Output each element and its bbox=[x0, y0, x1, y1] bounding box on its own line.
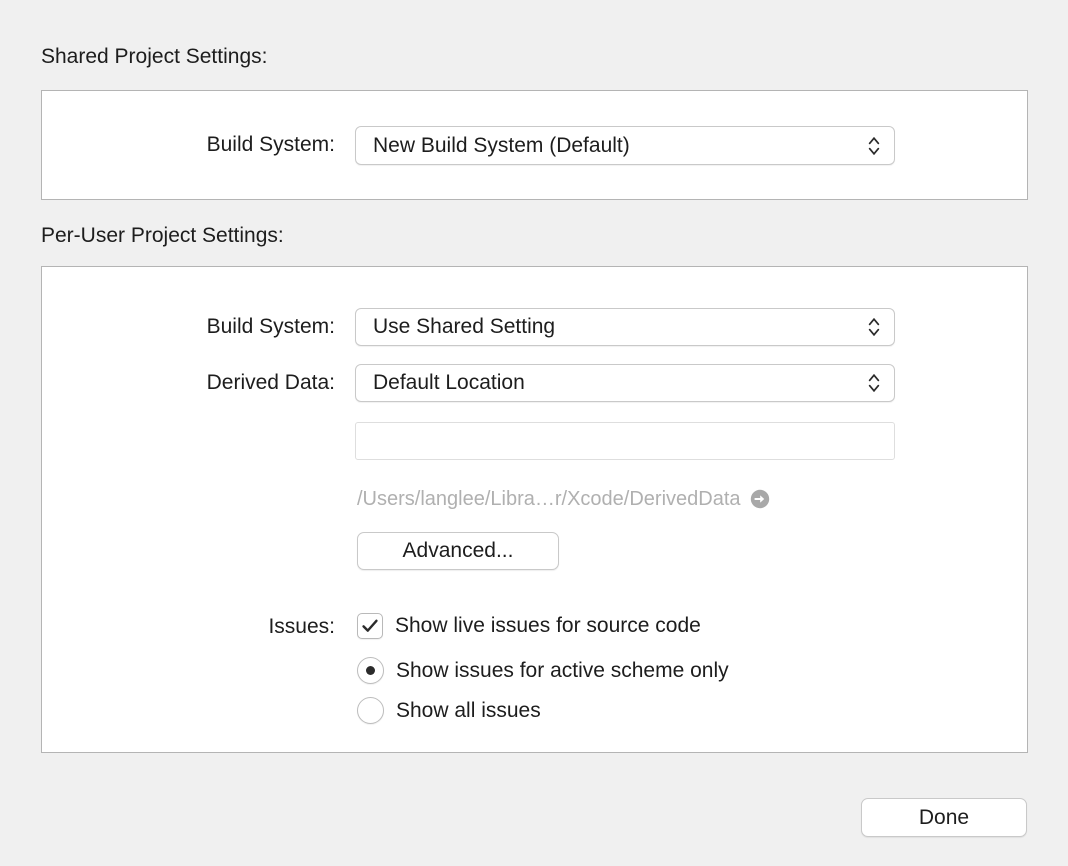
chevron-up-down-icon bbox=[868, 136, 880, 155]
issues-radio-active-scheme[interactable] bbox=[357, 657, 384, 684]
derived-data-select[interactable]: Default Location bbox=[355, 364, 895, 402]
shared-settings-heading: Shared Project Settings: bbox=[41, 45, 268, 68]
live-issues-label: Show live issues for source code bbox=[395, 614, 701, 637]
derived-data-path-input[interactable] bbox=[355, 422, 895, 460]
issues-radio-all-row[interactable]: Show all issues bbox=[357, 697, 541, 724]
live-issues-checkbox[interactable] bbox=[357, 613, 383, 639]
live-issues-checkbox-row[interactable]: Show live issues for source code bbox=[357, 613, 701, 639]
shared-build-system-value: New Build System (Default) bbox=[373, 133, 630, 157]
chevron-up-down-icon bbox=[868, 374, 880, 392]
derived-data-resolved-path: /Users/langlee/Libra…r/Xcode/DerivedData bbox=[357, 488, 741, 510]
derived-data-resolved-path-row: /Users/langlee/Libra…r/Xcode/DerivedData bbox=[357, 487, 770, 511]
done-button[interactable]: Done bbox=[861, 798, 1027, 837]
issues-label: Issues: bbox=[268, 615, 335, 638]
issues-radio-all-label: Show all issues bbox=[396, 698, 541, 722]
arrow-right-circle-icon[interactable] bbox=[750, 489, 770, 509]
issues-radio-all[interactable] bbox=[357, 697, 384, 724]
derived-data-label: Derived Data: bbox=[206, 371, 335, 394]
project-settings-dialog: Shared Project Settings: Build System: N… bbox=[0, 0, 1068, 866]
issues-radio-active-scheme-row[interactable]: Show issues for active scheme only bbox=[357, 657, 729, 684]
derived-data-value: Default Location bbox=[373, 371, 525, 394]
per-user-build-system-select[interactable]: Use Shared Setting bbox=[355, 308, 895, 346]
per-user-build-system-value: Use Shared Setting bbox=[373, 315, 556, 338]
shared-build-system-select[interactable]: New Build System (Default) bbox=[355, 126, 895, 165]
per-user-build-system-label: Build System: bbox=[206, 315, 335, 338]
advanced-button[interactable]: Advanced... bbox=[357, 532, 559, 570]
per-user-settings-heading: Per-User Project Settings: bbox=[41, 224, 284, 247]
checkmark-icon bbox=[362, 619, 378, 632]
chevron-up-down-icon bbox=[868, 318, 880, 336]
shared-build-system-label: Build System: bbox=[206, 133, 335, 156]
issues-radio-active-scheme-label: Show issues for active scheme only bbox=[396, 658, 729, 682]
